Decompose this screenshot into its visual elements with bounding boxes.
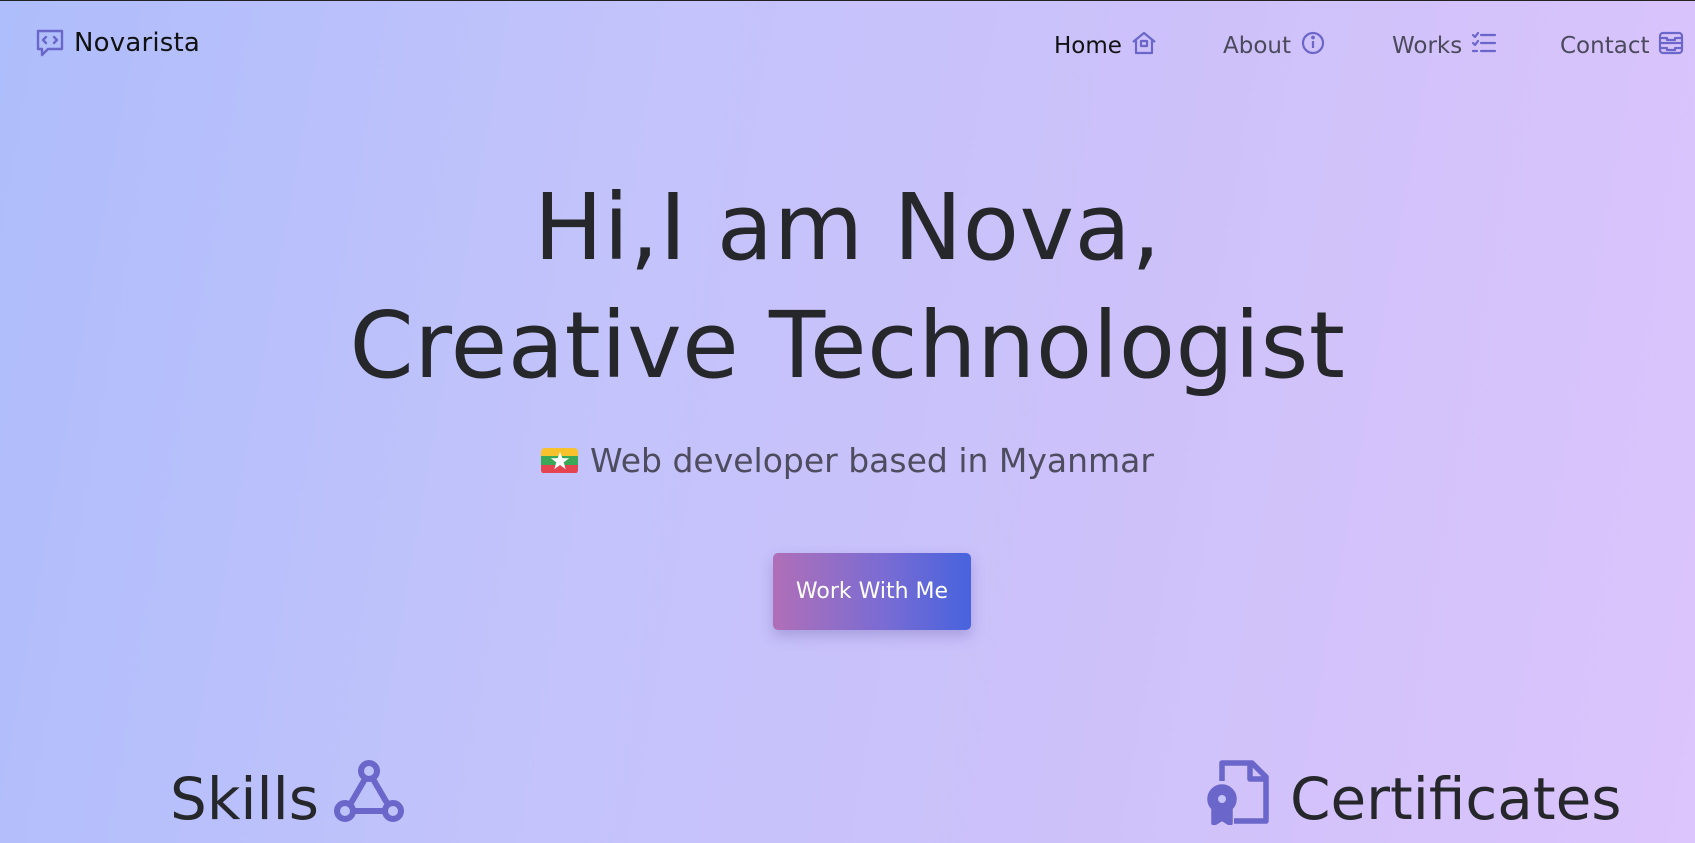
skills-heading: Skills [170, 759, 405, 839]
hero-line-2: Creative Technologist [349, 292, 1346, 399]
nav-home-label: Home [1054, 33, 1122, 59]
house-icon [1130, 29, 1158, 63]
tagline: Web developer based in Myanmar [0, 441, 1695, 480]
tagline-text: Web developer based in Myanmar [590, 441, 1154, 480]
hero-heading: Hi,I am Nova, Creative Technologist [0, 169, 1695, 405]
myanmar-flag-icon [541, 447, 579, 474]
skills-title: Skills [170, 765, 319, 833]
inbox-stack-icon [1657, 29, 1685, 63]
certificates-heading: Certificates [1204, 759, 1622, 839]
brand-link[interactable]: Novarista [34, 27, 200, 59]
nav-home[interactable]: Home [1054, 29, 1158, 63]
info-circle-icon [1299, 29, 1327, 63]
work-with-me-button[interactable]: Work With Me [773, 553, 971, 630]
list-check-icon [1470, 29, 1498, 63]
hero: Hi,I am Nova, Creative Technologist [0, 169, 1695, 405]
navbar: Novarista Home About Works Contact [0, 1, 1695, 89]
nav-contact-label: Contact [1560, 33, 1650, 59]
nav-about[interactable]: About [1223, 29, 1327, 63]
share-nodes-icon [333, 759, 405, 839]
hero-line-1: Hi,I am Nova, [533, 174, 1162, 281]
nav-works-label: Works [1392, 33, 1463, 59]
certificates-title: Certificates [1290, 765, 1622, 833]
brand-name: Novarista [74, 28, 201, 58]
file-certificate-icon [1204, 759, 1276, 839]
nav-contact[interactable]: Contact [1560, 29, 1685, 63]
nav-works[interactable]: Works [1392, 29, 1498, 63]
code-chat-icon [34, 27, 66, 59]
nav-about-label: About [1223, 33, 1292, 59]
